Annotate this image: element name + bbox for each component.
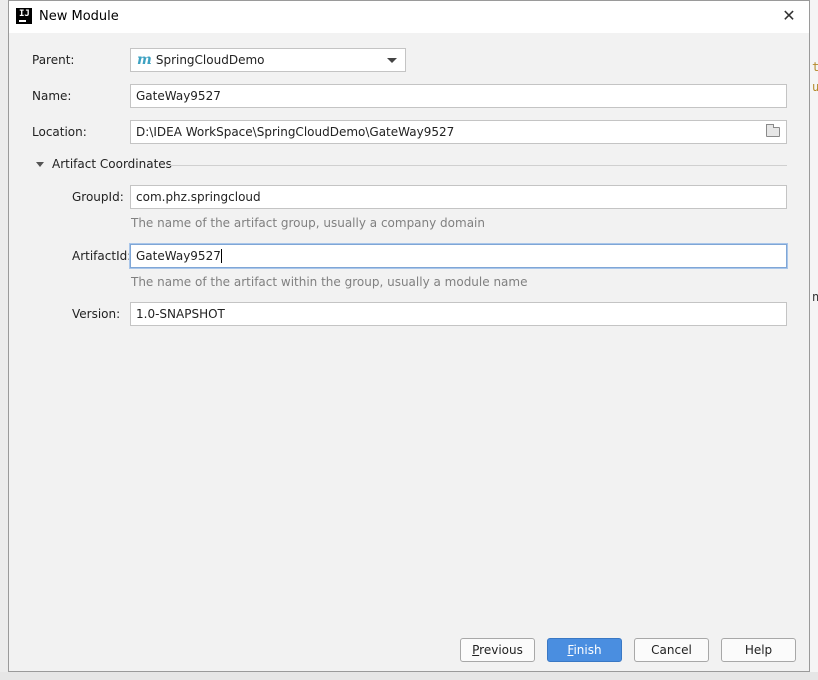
maven-module-icon: m xyxy=(137,52,152,68)
artifact-id-hint: The name of the artifact within the grou… xyxy=(131,275,528,289)
folder-browse-icon[interactable] xyxy=(766,124,780,137)
finish-button[interactable]: Finish xyxy=(547,638,622,662)
name-field[interactable]: GateWay9527 xyxy=(130,84,787,108)
background-glyph: n xyxy=(812,290,818,304)
intellij-app-icon: IJ xyxy=(16,8,32,24)
parent-label: Parent: xyxy=(32,53,75,67)
artifact-coordinates-toggle[interactable]: Artifact Coordinates xyxy=(35,157,175,173)
previous-button[interactable]: Previous xyxy=(460,638,535,662)
section-divider xyxy=(169,165,787,166)
name-label: Name: xyxy=(32,89,72,103)
group-id-field[interactable]: com.phz.springcloud xyxy=(130,185,787,209)
artifact-coordinates-label: Artifact Coordinates xyxy=(52,157,172,171)
cancel-button[interactable]: Cancel xyxy=(634,638,709,662)
artifact-id-label: ArtifactId: xyxy=(72,249,132,263)
window-title: New Module xyxy=(39,9,119,24)
version-label: Version: xyxy=(72,307,121,321)
group-id-label: GroupId: xyxy=(72,190,124,204)
artifact-id-value: GateWay9527 xyxy=(136,249,221,263)
close-icon[interactable]: ✕ xyxy=(779,6,799,26)
background-glyph: u xyxy=(812,80,818,94)
new-module-dialog: IJ New Module ✕ Parent: m SpringCloudDemo… xyxy=(8,0,810,672)
parent-value: SpringCloudDemo xyxy=(155,53,265,67)
artifact-id-field[interactable]: GateWay9527 xyxy=(130,244,787,268)
location-label: Location: xyxy=(32,125,87,139)
location-value: D:\IDEA WorkSpace\SpringCloudDemo\GateWa… xyxy=(136,125,455,139)
background-app-bottom xyxy=(0,672,818,680)
collapse-triangle-icon xyxy=(36,162,44,167)
help-button[interactable]: Help xyxy=(721,638,796,662)
background-app-right: t u n xyxy=(810,0,818,680)
parent-combobox[interactable]: m SpringCloudDemo xyxy=(130,48,406,72)
background-app-left xyxy=(0,0,8,672)
background-glyph: t xyxy=(812,60,818,74)
group-id-hint: The name of the artifact group, usually … xyxy=(131,216,485,230)
version-field[interactable]: 1.0-SNAPSHOT xyxy=(130,302,787,326)
text-caret xyxy=(220,249,222,263)
dropdown-arrow-icon[interactable] xyxy=(387,58,397,63)
title-bar: IJ New Module ✕ xyxy=(9,1,809,33)
location-field[interactable]: D:\IDEA WorkSpace\SpringCloudDemo\GateWa… xyxy=(130,120,787,144)
